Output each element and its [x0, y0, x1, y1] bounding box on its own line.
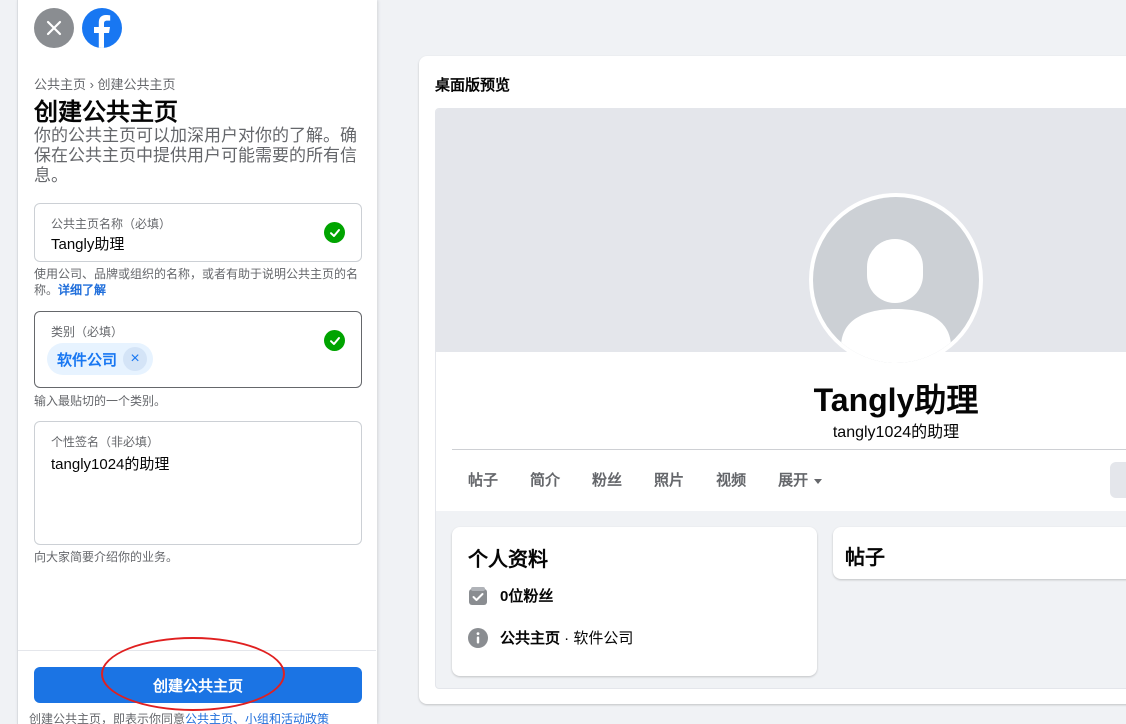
- category-chip: 软件公司 ×: [47, 343, 154, 375]
- default-avatar-icon: [813, 197, 979, 363]
- check-icon: [324, 222, 345, 243]
- profile-tabs: 帖子 简介 粉丝 照片 视频 展开: [452, 461, 838, 501]
- bottom-bar: 创建公共主页 创建公共主页，即表示你同意公共主页、小组和活动政策: [18, 637, 376, 724]
- bio-field[interactable]: 个性签名（非必填） tangly1024的助理: [34, 421, 362, 545]
- divider: [452, 449, 1126, 450]
- info-icon: [468, 627, 488, 648]
- followers-check-icon: [469, 586, 487, 605]
- category-helper: 输入最贴切的一个类别。: [34, 394, 167, 408]
- top-icons: [34, 8, 122, 48]
- page-type-label: 公共主页: [500, 630, 561, 647]
- intro-card-title: 个人资料: [468, 549, 548, 571]
- close-icon: [46, 20, 62, 36]
- page-description: 你的公共主页可以加深用户对你的了解。确保在公共主页中提供用户可能需要的所有信息。: [34, 126, 357, 185]
- terms-prefix: 创建公共主页，即表示你同意: [29, 712, 186, 724]
- page-name-label: 公共主页名称（必填）: [51, 217, 172, 231]
- chevron-down-icon: [814, 478, 823, 484]
- page-type-row: 公共主页 · 软件公司: [468, 627, 633, 648]
- posts-card-title: 帖子: [845, 547, 885, 569]
- more-options-button[interactable]: [1110, 462, 1126, 498]
- profile-name: Tangly助理: [813, 382, 979, 418]
- tab-photos[interactable]: 照片: [638, 461, 700, 501]
- tab-more-label: 展开: [778, 472, 809, 489]
- tab-posts[interactable]: 帖子: [452, 461, 514, 501]
- cover-photo: [436, 109, 1126, 352]
- terms-text: 创建公共主页，即表示你同意公共主页、小组和活动政策: [29, 710, 329, 724]
- page-type-category: · 软件公司: [560, 630, 634, 647]
- terms-link[interactable]: 公共主页、小组和活动政策: [185, 712, 329, 724]
- check-icon: [324, 330, 345, 351]
- followers-row: 0位粉丝: [468, 585, 553, 606]
- followers-count: 0位粉丝: [500, 588, 554, 605]
- avatar: [809, 193, 983, 367]
- page-title: 创建公共主页: [34, 99, 178, 126]
- preview-canvas: Tangly助理 tangly1024的助理 帖子 简介 粉丝 照片 视频 展开…: [435, 108, 1126, 689]
- desktop-preview-card: 桌面版预览 Tangly助理 tangly1024的助理 帖子 简介 粉丝 照片…: [419, 56, 1126, 704]
- page-name-helper: 使用公司、品牌或组织的名称，或者有助于说明公共主页的名称。详细了解: [34, 266, 364, 298]
- bio-helper: 向大家简要介绍你的业务。: [34, 550, 179, 564]
- tab-about[interactable]: 简介: [514, 461, 576, 501]
- page-name-field[interactable]: 公共主页名称（必填） Tangly助理: [34, 203, 362, 262]
- tab-more[interactable]: 展开: [762, 461, 838, 501]
- create-page-button[interactable]: 创建公共主页: [34, 667, 362, 703]
- preview-title: 桌面版预览: [435, 77, 511, 94]
- facebook-logo-icon[interactable]: [82, 8, 122, 48]
- category-label: 类别（必填）: [51, 325, 124, 339]
- category-chip-label: 软件公司: [57, 351, 118, 369]
- intro-card: 个人资料 0位粉丝 公共主页 · 软件公司: [452, 527, 817, 676]
- posts-card: 帖子: [833, 527, 1126, 579]
- page-name-input[interactable]: Tangly助理: [51, 233, 124, 254]
- breadcrumb[interactable]: 公共主页 › 创建公共主页: [34, 74, 176, 93]
- chip-remove-icon[interactable]: ×: [123, 347, 148, 371]
- close-button[interactable]: [34, 8, 74, 48]
- profile-subtitle: tangly1024的助理: [832, 424, 960, 441]
- bio-label: 个性签名（非必填）: [51, 435, 160, 449]
- tab-followers[interactable]: 粉丝: [576, 461, 638, 501]
- bio-textarea[interactable]: tangly1024的助理: [51, 453, 169, 474]
- category-field[interactable]: 类别（必填） 软件公司 ×: [34, 311, 362, 388]
- learn-more-link[interactable]: 详细了解: [58, 283, 106, 297]
- create-page-panel: 公共主页 › 创建公共主页 创建公共主页 你的公共主页可以加深用户对你的了解。确…: [17, 0, 377, 724]
- tab-videos[interactable]: 视频: [700, 461, 762, 501]
